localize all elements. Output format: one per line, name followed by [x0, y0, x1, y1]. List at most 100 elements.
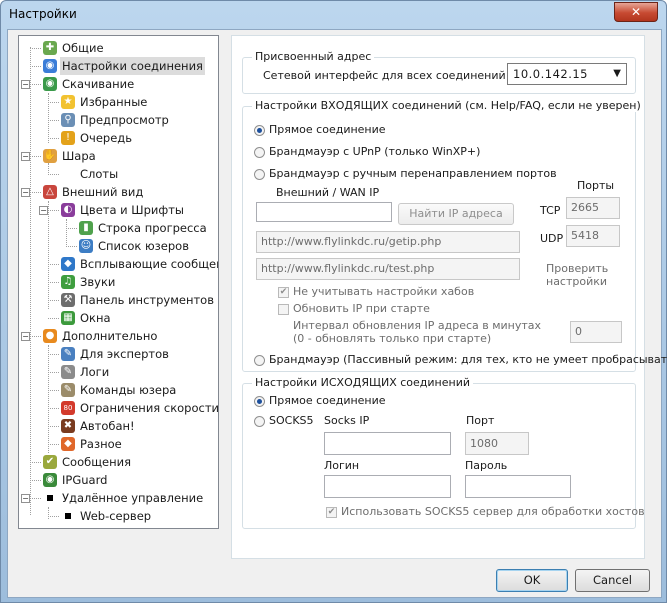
tree-expander[interactable]: −	[21, 188, 30, 197]
tree-item[interactable]: Удалённое управление	[43, 489, 209, 507]
wan-ip-input[interactable]	[256, 202, 392, 222]
tree-item[interactable]: ▮ Строка прогресса	[79, 219, 209, 237]
incoming-title: Настройки ВХОДЯЩИХ соединений (см. Help/…	[252, 99, 644, 112]
tree-item[interactable]: ◆ Всплывающие сообщения	[61, 255, 218, 273]
tree-item[interactable]: ◆ Разное	[61, 435, 209, 453]
tree-item[interactable]: ✎ Логи	[61, 363, 209, 381]
tree-item-label: Внешний вид	[62, 185, 144, 199]
tree-expander[interactable]: −	[21, 332, 30, 341]
use-socks-checkbox[interactable]: ✔	[326, 507, 337, 518]
tree-item-label: Слоты	[80, 167, 119, 181]
tree-line	[48, 372, 59, 373]
tree-item[interactable]: ✔ Сообщения	[43, 453, 209, 471]
windows-icon: ▦	[61, 311, 75, 325]
tree-item[interactable]: ✚ Общие	[43, 39, 209, 57]
tree-item[interactable]: Слоты	[61, 165, 209, 183]
incoming-upnp-label[interactable]: Брандмауэр с UPnP (только WinXP+)	[269, 145, 480, 158]
getip-url-input[interactable]: http://www.flylinkdc.ru/getip.php	[256, 231, 520, 253]
tree-item[interactable]: ✎ Команды юзера	[61, 381, 209, 399]
tree-line	[48, 516, 59, 517]
incoming-direct-label[interactable]: Прямое соединение	[269, 123, 386, 136]
interval-input[interactable]: 0	[570, 321, 622, 343]
outgoing-direct-label[interactable]: Прямое соединение	[269, 394, 386, 407]
ignore-hubs-checkbox[interactable]: ✔	[278, 287, 289, 298]
interval-label-line2: (0 - обновлять только при старте)	[293, 332, 492, 345]
outgoing-direct-radio[interactable]	[254, 396, 265, 407]
tree-item[interactable]: ● Дополнительно	[43, 327, 209, 345]
password-input[interactable]	[465, 475, 571, 498]
tree-item-label: Сообщения	[62, 455, 132, 469]
tree-item[interactable]: 80 Ограничения скорости	[61, 399, 218, 417]
tree-expander[interactable]: −	[21, 80, 30, 89]
settings-window: Настройки ✕ ✚ Общие ◉ Настройки соединения −…	[0, 0, 667, 603]
test-url-input[interactable]: http://www.flylinkdc.ru/test.php	[256, 258, 520, 280]
incoming-manual-radio[interactable]	[254, 169, 265, 180]
tree-item-label: Дополнительно	[62, 329, 158, 343]
udp-port-input[interactable]: 5418	[566, 225, 620, 247]
ignore-hubs-label[interactable]: Не учитывать настройки хабов	[293, 285, 474, 298]
tcp-port-input[interactable]: 2665	[566, 197, 620, 219]
tree-item[interactable]: ✎ Для экспертов	[61, 345, 209, 363]
tree-item[interactable]: ⚒ Панель инструментов	[61, 291, 214, 309]
check-settings-link-line1[interactable]: Проверить	[546, 262, 608, 275]
tree-item[interactable]: ▦ Окна	[61, 309, 209, 327]
tree-item[interactable]: ☺ Список юзеров	[79, 237, 209, 255]
assigned-address-title: Присвоенный адрес	[252, 50, 375, 63]
close-icon: ✕	[630, 5, 642, 19]
tree-item-label: Предпросмотр	[80, 113, 169, 127]
tree-item[interactable]: ◐ Цвета и Шрифты	[61, 201, 209, 219]
settings-tree[interactable]: ✚ Общие ◉ Настройки соединения − ◉ Скачивание ★…	[18, 35, 219, 529]
tree-line	[30, 47, 31, 515]
socks-ip-input[interactable]	[324, 432, 451, 455]
network-interface-select[interactable]: 10.0.142.15 ▼	[507, 63, 627, 85]
tcp-label: TCP	[540, 204, 561, 217]
tree-item[interactable]: ◉ Скачивание	[43, 75, 209, 93]
tree-item-label: Избранные	[80, 95, 148, 109]
incoming-upnp-radio[interactable]	[254, 147, 265, 158]
update-ip-label[interactable]: Обновить IP при старте	[293, 302, 430, 315]
ok-button[interactable]: OK	[496, 569, 568, 592]
tree-item[interactable]: ✖ Автобан!	[61, 417, 209, 435]
tree-item[interactable]: ✋ Шара	[43, 147, 209, 165]
tree-line	[48, 426, 59, 427]
incoming-direct-radio[interactable]	[254, 125, 265, 136]
tree-item-label: Логи	[80, 365, 110, 379]
check-settings-link-line2[interactable]: настройки	[546, 275, 607, 288]
incoming-passive-radio[interactable]	[254, 355, 265, 366]
tree-item[interactable]: △ Внешний вид	[43, 183, 209, 201]
tree-item-label: Автобан!	[80, 419, 135, 433]
cancel-button[interactable]: Cancel	[575, 569, 650, 592]
wan-ip-label: Внешний / WAN IP	[276, 186, 380, 199]
tree-line	[30, 336, 41, 337]
tree-line	[48, 408, 59, 409]
tree-item[interactable]: ! Очередь	[61, 129, 209, 147]
tree-item-label: Всплывающие сообщения	[80, 257, 218, 271]
outgoing-socks5-radio[interactable]	[254, 416, 265, 427]
login-input[interactable]	[324, 475, 451, 498]
tree-line	[48, 390, 59, 391]
incoming-manual-label[interactable]: Брандмауэр с ручным перенаправлением пор…	[269, 167, 557, 180]
socks-port-label: Порт	[466, 414, 495, 427]
speed-limit-icon: 80	[61, 401, 75, 415]
tree-item[interactable]: Web-сервер	[61, 507, 209, 525]
tree-line	[30, 84, 41, 85]
outgoing-socks5-label[interactable]: SOCKS5	[269, 414, 314, 427]
tree-line	[48, 300, 59, 301]
incoming-passive-label[interactable]: Брандмауэр (Пассивный режим: для тех, кт…	[269, 353, 667, 366]
tree-item[interactable]: ◉ Настройки соединения	[43, 57, 209, 75]
tree-expander[interactable]: −	[21, 152, 30, 161]
use-socks-label[interactable]: Использовать SOCKS5 сервер для обработки…	[341, 505, 645, 518]
tree-item[interactable]: ⚲ Предпросмотр	[61, 111, 209, 129]
tree-expander[interactable]: −	[21, 494, 30, 503]
tree-item[interactable]: ◉ IPGuard	[43, 471, 209, 489]
close-button[interactable]: ✕	[614, 2, 658, 22]
tree-item-label: Очередь	[80, 131, 133, 145]
socks-port-input[interactable]: 1080	[465, 432, 529, 455]
find-ip-button[interactable]: Найти IP адреса	[398, 203, 514, 225]
tree-item[interactable]: ♫ Звуки	[61, 273, 209, 291]
tree-expander[interactable]: −	[39, 206, 48, 215]
tree-line	[30, 498, 41, 499]
tree-item[interactable]: ★ Избранные	[61, 93, 209, 111]
title-bar[interactable]: Настройки ✕	[1, 1, 666, 29]
update-ip-checkbox[interactable]	[278, 304, 289, 315]
